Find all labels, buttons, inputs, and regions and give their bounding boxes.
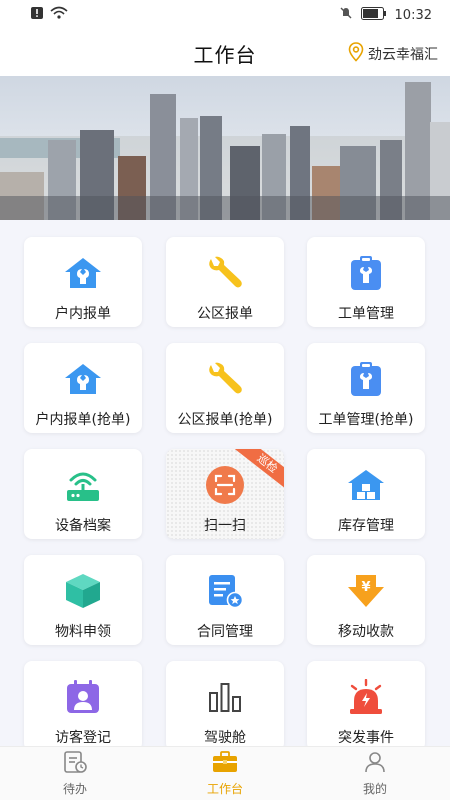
- tab-label: 工作台: [206, 782, 243, 796]
- tab-label: 待办: [62, 782, 87, 796]
- house-wrench-icon: [63, 359, 103, 399]
- tile-label: 公区报单: [197, 306, 253, 322]
- tab-todo[interactable]: 待办: [0, 747, 150, 800]
- tile-scan[interactable]: 巡检 扫一扫: [166, 449, 284, 539]
- alarm-icon: [346, 677, 386, 717]
- mute-icon: [339, 6, 353, 24]
- tile-label: 扫一扫: [204, 518, 246, 534]
- tile-inventory-manage[interactable]: 库存管理: [307, 449, 425, 539]
- tile-indoor-report[interactable]: 户内报单: [24, 237, 142, 327]
- tile-label: 工单管理(抢单): [318, 412, 414, 428]
- tile-label: 合同管理: [197, 624, 253, 640]
- tile-workorder-manage-grab[interactable]: 工单管理(抢单): [307, 343, 425, 433]
- bottom-tab-bar: 待办 工作台 我的: [0, 746, 450, 800]
- city-banner-image: [0, 76, 450, 220]
- tab-mine[interactable]: 我的: [300, 747, 450, 800]
- feature-grid: 户内报单 公区报单 工单管理 户内报单(抢单) 公区报单(抢单) 工单管理(抢单…: [0, 222, 450, 746]
- box-icon: [63, 571, 103, 611]
- wrench-icon: [205, 359, 245, 399]
- yen-receive-icon: ¥: [346, 571, 386, 611]
- tile-emergency[interactable]: 突发事件: [307, 661, 425, 746]
- contract-icon: [205, 571, 245, 611]
- tab-workbench[interactable]: 工作台: [150, 747, 300, 800]
- battery-icon: [360, 6, 387, 24]
- briefcase-icon: [211, 750, 239, 778]
- location-pin-icon: [348, 42, 364, 66]
- tile-label: 户内报单: [55, 306, 111, 322]
- status-bar: 10:32: [0, 0, 450, 30]
- tile-label: 库存管理: [338, 518, 394, 534]
- alert-icon: [30, 6, 44, 24]
- header: 工作台 劲云幸福汇: [0, 30, 450, 76]
- tile-device-archive[interactable]: 设备档案: [24, 449, 142, 539]
- svg-text:¥: ¥: [361, 580, 370, 595]
- tab-label: 我的: [362, 782, 387, 796]
- clipboard-wrench-icon: [346, 359, 386, 399]
- page-title: 工作台: [193, 42, 257, 67]
- tile-indoor-report-grab[interactable]: 户内报单(抢单): [24, 343, 142, 433]
- todo-icon: [62, 750, 88, 778]
- tile-label: 突发事件: [338, 730, 394, 746]
- tile-workorder-manage[interactable]: 工单管理: [307, 237, 425, 327]
- tile-cockpit[interactable]: 驾驶舱: [166, 661, 284, 746]
- visitor-icon: [63, 677, 103, 717]
- router-icon: [63, 465, 103, 505]
- tile-label: 驾驶舱: [204, 730, 246, 746]
- wifi-icon: [50, 6, 68, 24]
- tile-label: 物料申领: [55, 624, 111, 640]
- location-name: 劲云幸福汇: [368, 47, 438, 63]
- location-selector[interactable]: 劲云幸福汇: [348, 42, 438, 66]
- tile-label: 公区报单(抢单): [177, 412, 273, 428]
- tile-public-report[interactable]: 公区报单: [166, 237, 284, 327]
- bar-chart-icon: [205, 677, 245, 717]
- tile-material-request[interactable]: 物料申领: [24, 555, 142, 645]
- clipboard-wrench-icon: [346, 253, 386, 293]
- scan-icon: [205, 465, 245, 505]
- tile-label: 访客登记: [55, 730, 111, 746]
- tile-label: 设备档案: [55, 518, 111, 534]
- warehouse-icon: [346, 465, 386, 505]
- profile-icon: [363, 750, 387, 778]
- house-wrench-icon: [63, 253, 103, 293]
- tile-label: 移动收款: [338, 624, 394, 640]
- tile-contract-manage[interactable]: 合同管理: [166, 555, 284, 645]
- clock-time: 10:32: [394, 7, 432, 23]
- tile-label: 户内报单(抢单): [35, 412, 131, 428]
- tile-visitor-register[interactable]: 访客登记: [24, 661, 142, 746]
- wrench-icon: [205, 253, 245, 293]
- tile-public-report-grab[interactable]: 公区报单(抢单): [166, 343, 284, 433]
- tile-mobile-payment[interactable]: ¥ 移动收款: [307, 555, 425, 645]
- tile-label: 工单管理: [338, 306, 394, 322]
